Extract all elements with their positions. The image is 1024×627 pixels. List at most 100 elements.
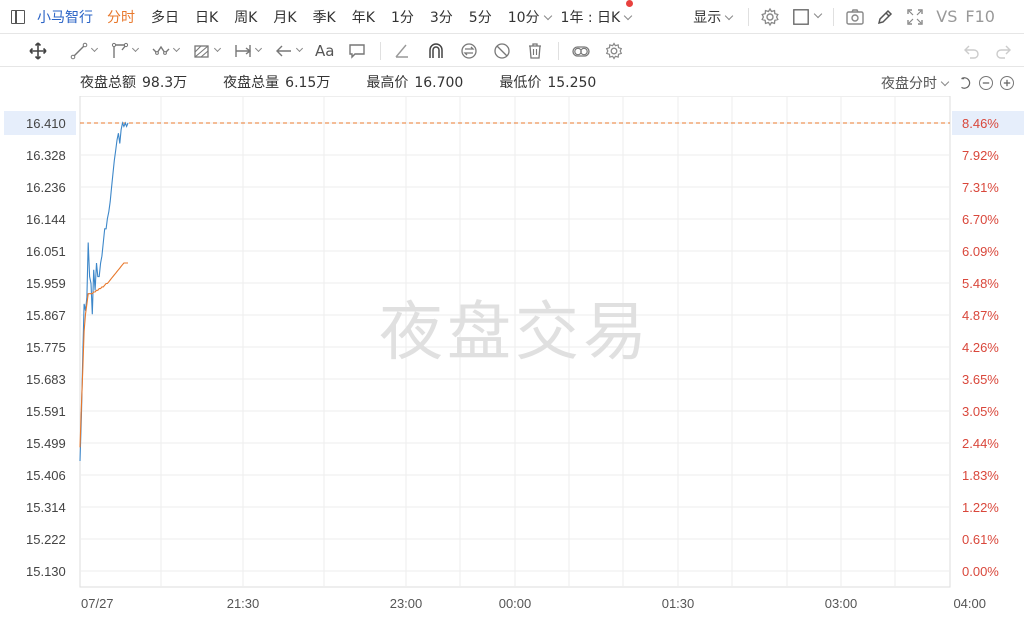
time-tick: 21:30: [227, 596, 260, 611]
chevron-down-icon: [725, 11, 734, 20]
percent-tick: 2.44%: [962, 436, 999, 451]
chevron-down-icon: [172, 44, 181, 53]
arrow-tool-icon[interactable]: [274, 41, 304, 61]
line-tool-icon[interactable]: [69, 41, 99, 61]
price-tick: 15.499: [26, 436, 66, 451]
chevron-down-icon: [813, 9, 822, 18]
f10-button[interactable]: F10: [965, 7, 995, 26]
text-tool-icon[interactable]: Aa: [315, 42, 334, 60]
percent-tick: 6.70%: [962, 212, 999, 227]
time-tick: 03:00: [825, 596, 858, 611]
percent-tick: 3.65%: [962, 372, 999, 387]
hide-icon[interactable]: [492, 41, 512, 61]
chevron-down-icon: [295, 44, 304, 53]
zoom-out-icon[interactable]: [979, 76, 993, 90]
info-bar: 夜盘总额 98.3万 夜盘总量 6.15万 最高价 16.700 最低价 15.250 …: [0, 68, 1024, 96]
chevron-down-icon: [940, 77, 950, 87]
period-tab[interactable]: 年K: [352, 7, 375, 27]
time-tick: 00:00: [499, 596, 532, 611]
price-tick: 15.683: [26, 372, 66, 387]
path-tool-icon[interactable]: [110, 41, 140, 61]
session-label: 夜盘分时: [881, 76, 937, 92]
price-tick: 16.144: [26, 212, 66, 227]
chevron-down-icon: [254, 44, 263, 53]
price-tick: 15.130: [26, 564, 66, 579]
period-tab[interactable]: 季K: [313, 7, 336, 27]
period-tab[interactable]: 3分: [430, 7, 453, 27]
chevron-down-icon: [90, 44, 99, 53]
price-tick: 15.775: [26, 340, 66, 355]
chevron-down-icon: [543, 11, 552, 20]
period-tab[interactable]: 1分: [391, 7, 414, 27]
percent-tick: 4.87%: [962, 308, 999, 323]
measure-tool-icon[interactable]: [233, 41, 263, 61]
divider: [748, 7, 750, 26]
ruler-icon[interactable]: [393, 41, 413, 61]
zoom-in-icon[interactable]: [1000, 76, 1014, 90]
time-tick: 23:00: [390, 596, 423, 611]
stock-name[interactable]: 小马智行: [37, 7, 93, 27]
settings-icon[interactable]: [759, 6, 781, 28]
magnet-icon[interactable]: [426, 41, 446, 61]
intraday-chart[interactable]: 夜盘交易 16.410 16.328 16.236 16.144 16.051 15.95…: [0, 96, 1024, 627]
delete-icon[interactable]: [525, 41, 545, 61]
period-tab[interactable]: 10分: [508, 7, 552, 27]
vs-button[interactable]: VS: [936, 7, 957, 26]
chart-series: [79, 121, 129, 462]
price-line: [79, 121, 129, 462]
sync-icon[interactable]: [459, 41, 479, 61]
volume-value: 6.15万: [285, 75, 331, 91]
volume-info: 夜盘总量 6.15万: [223, 72, 330, 92]
pattern-tool-icon[interactable]: [192, 41, 222, 61]
period-tab[interactable]: 多日: [151, 7, 179, 27]
time-tick: 01:30: [662, 596, 695, 611]
range-selector[interactable]: 1年 : 日K: [561, 0, 634, 27]
percent-tick: 1.83%: [962, 468, 999, 483]
price-tick: 15.222: [26, 532, 66, 547]
period-tab[interactable]: 5分: [469, 7, 492, 27]
turnover-value: 98.3万: [142, 75, 188, 91]
period-tab[interactable]: 分时: [107, 7, 135, 27]
chevron-down-icon: [624, 11, 633, 20]
percent-tick: 4.26%: [962, 340, 999, 355]
price-axis: 16.410 16.328 16.236 16.144 16.051 15.959 15.8…: [4, 111, 76, 579]
price-tick: 15.406: [26, 468, 66, 483]
percent-tick: 0.61%: [962, 532, 999, 547]
top-toolbar: 小马智行 分时 多日 日K 周K 月K 季K 年K 1分 3分 5分 10分 1年 : 日K 显示 …: [0, 0, 1024, 34]
comment-tool-icon[interactable]: [347, 41, 367, 61]
percent-tick: 8.46%: [962, 116, 999, 131]
turnover-info: 夜盘总额 98.3万: [80, 72, 187, 92]
toggle-icon[interactable]: [571, 41, 591, 61]
time-axis: 07/27 21:30 23:00 00:00 01:30 03:00 04:00: [81, 596, 986, 611]
period-tab[interactable]: 周K: [234, 7, 257, 27]
percent-tick: 0.00%: [962, 564, 999, 579]
wave-tool-icon[interactable]: [151, 41, 181, 61]
percent-tick: 5.48%: [962, 276, 999, 291]
high-info: 最高价 16.700: [366, 72, 463, 92]
camera-icon[interactable]: [844, 6, 866, 28]
period-tabs: 分时 多日 日K 周K 月K 季K 年K 1分 3分 5分 10分: [107, 7, 561, 27]
time-tick: 07/27: [81, 596, 114, 611]
pencil-icon[interactable]: [874, 6, 896, 28]
panel-toggle-icon[interactable]: [11, 9, 25, 24]
move-icon[interactable]: [28, 41, 56, 61]
divider: [380, 41, 382, 60]
turnover-label: 夜盘总额: [80, 75, 136, 91]
price-tick: 15.867: [26, 308, 66, 323]
percent-tick: 7.92%: [962, 148, 999, 163]
session-select[interactable]: 夜盘分时: [881, 73, 950, 93]
price-tick: 15.959: [26, 276, 66, 291]
display-button[interactable]: 显示: [693, 7, 734, 27]
period-tab[interactable]: 月K: [273, 7, 296, 27]
divider: [833, 7, 835, 26]
display-label: 显示: [693, 9, 722, 26]
draw-settings-icon[interactable]: [604, 41, 624, 61]
period-tab[interactable]: 日K: [195, 7, 218, 27]
fullscreen-icon[interactable]: [904, 6, 926, 28]
price-tick: 16.236: [26, 180, 66, 195]
reset-icon[interactable]: [958, 76, 972, 90]
layout-select[interactable]: [789, 6, 823, 28]
percent-axis: 8.46% 7.92% 7.31% 6.70% 6.09% 5.48% 4.87% 4.26%…: [952, 111, 1024, 579]
undo-icon[interactable]: [961, 41, 981, 61]
redo-icon[interactable]: [994, 41, 1014, 61]
